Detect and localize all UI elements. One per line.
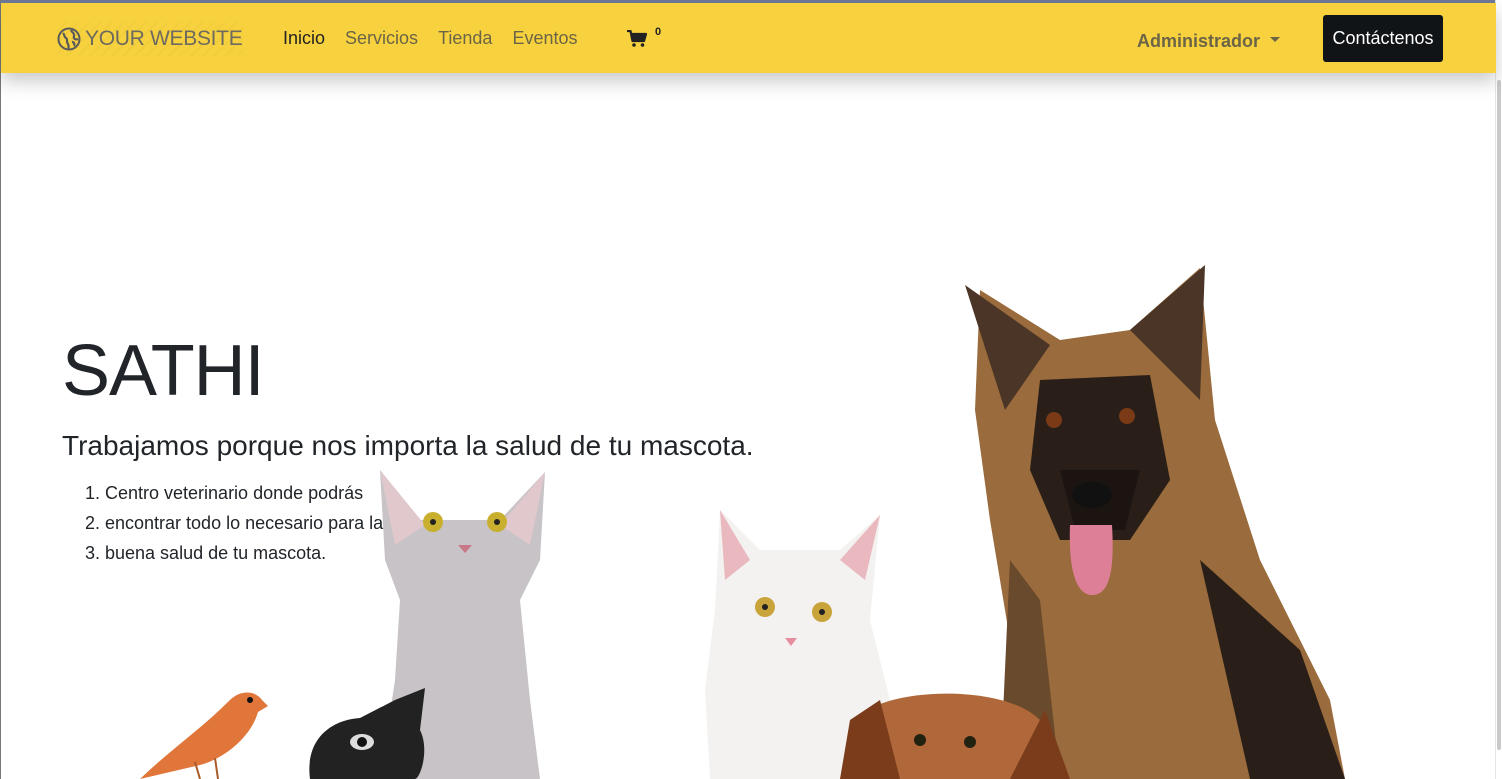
list-item: Centro veterinario donde podrás — [105, 478, 383, 508]
list-item: encontrar todo lo necesario para la — [105, 508, 383, 538]
nav-link-servicios[interactable]: Servicios — [345, 28, 418, 49]
top-navbar: YOUR WEBSITE Inicio Servicios Tienda Eve… — [1, 3, 1496, 73]
shopping-cart-icon — [627, 30, 647, 47]
globe-icon — [57, 27, 81, 51]
admin-label: Administrador — [1137, 31, 1261, 51]
caret-down-icon — [1270, 37, 1281, 42]
hero-subtitle: Trabajamos porque nos importa la salud d… — [62, 430, 754, 461]
main-nav: Inicio Servicios Tienda Eventos — [283, 28, 577, 49]
admin-dropdown[interactable]: Administrador — [1137, 31, 1281, 52]
brand-text: YOUR WEBSITE — [85, 27, 243, 50]
nav-link-inicio[interactable]: Inicio — [283, 28, 325, 49]
nav-link-eventos[interactable]: Eventos — [512, 28, 577, 49]
list-item: buena salud de tu mascota. — [105, 538, 383, 568]
cart-link[interactable]: 0 — [627, 26, 661, 48]
contact-button[interactable]: Contáctenos — [1323, 15, 1443, 62]
cart-count-badge: 0 — [655, 26, 662, 38]
rabbit-figure — [309, 688, 425, 779]
dog-shepherd-figure — [965, 265, 1345, 779]
bird-figure — [140, 692, 268, 779]
hero-list: Centro veterinario donde podrás encontra… — [83, 478, 383, 568]
brand-logo[interactable]: YOUR WEBSITE — [57, 22, 243, 56]
hero-title: SATHI — [62, 331, 265, 411]
nav-link-tienda[interactable]: Tienda — [438, 28, 492, 49]
